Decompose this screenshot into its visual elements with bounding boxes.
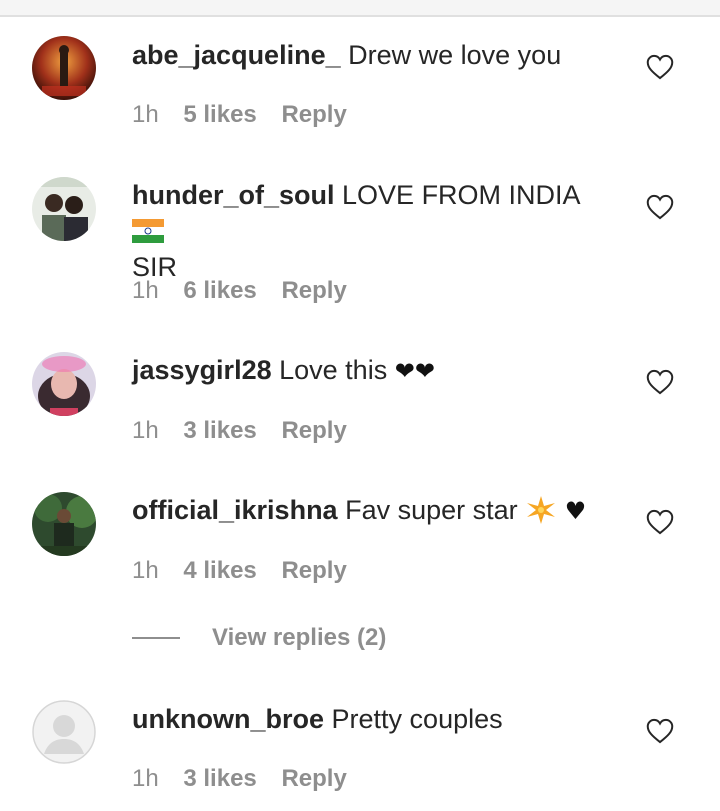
heart-outline-icon[interactable] <box>646 509 674 535</box>
comment-username[interactable]: jassygirl28 <box>132 355 272 385</box>
avatar[interactable] <box>32 36 96 100</box>
comment-likes[interactable]: 3 likes <box>183 765 256 792</box>
comment-text: abe_jacqueline_ Drew we love you <box>132 37 602 73</box>
comment-text: hunder_of_soul LOVE FROM INDIA SIR <box>132 177 602 285</box>
comment-body: LOVE FROM INDIA <box>342 180 581 210</box>
view-replies-button[interactable]: View replies (2) <box>132 622 386 654</box>
comment-meta: 1h 5 likes Reply <box>132 100 365 130</box>
comment-username[interactable]: official_ikrishna <box>132 495 338 525</box>
comment-body: Pretty couples <box>331 704 503 734</box>
comment-time: 1h <box>132 765 159 792</box>
top-bar <box>0 0 720 17</box>
comment-likes[interactable]: 4 likes <box>183 557 256 584</box>
comment-likes[interactable]: 5 likes <box>183 101 256 128</box>
comment-text: official_ikrishna Fav super star ♥ <box>132 492 602 529</box>
comment-meta: 1h 6 likes Reply <box>132 276 365 306</box>
reply-button[interactable]: Reply <box>281 277 346 304</box>
comment-body: Drew we love you <box>348 40 562 70</box>
reply-button[interactable]: Reply <box>281 417 346 444</box>
heart-outline-icon[interactable] <box>646 718 674 744</box>
comment-body: Love this <box>279 355 388 385</box>
comment-text: unknown_broe Pretty couples <box>132 701 602 737</box>
black-heart-emoji: ♥ <box>564 497 587 525</box>
india-flag-emoji <box>132 216 164 246</box>
comment-text: jassygirl28 Love this ❤❤ <box>132 352 602 389</box>
comment-body: Fav super star <box>345 495 518 525</box>
sparkle-emoji <box>525 495 557 525</box>
comment-time: 1h <box>132 417 159 444</box>
comment-time: 1h <box>132 557 159 584</box>
comment-meta: 1h 3 likes Reply <box>132 416 365 446</box>
comment-time: 1h <box>132 277 159 304</box>
avatar[interactable] <box>32 700 96 764</box>
view-replies-line <box>132 637 180 639</box>
avatar[interactable] <box>32 177 96 241</box>
reply-button[interactable]: Reply <box>281 101 346 128</box>
heart-outline-icon[interactable] <box>646 194 674 220</box>
comment-username[interactable]: unknown_broe <box>132 704 324 734</box>
avatar[interactable] <box>32 492 96 556</box>
avatar[interactable] <box>32 352 96 416</box>
comment-meta: 1h 3 likes Reply <box>132 764 365 794</box>
reply-button[interactable]: Reply <box>281 765 346 792</box>
comment-time: 1h <box>132 101 159 128</box>
comment-username[interactable]: abe_jacqueline_ <box>132 40 341 70</box>
heart-outline-icon[interactable] <box>646 369 674 395</box>
heart-outline-icon[interactable] <box>646 54 674 80</box>
view-replies-label[interactable]: View replies (2) <box>212 624 386 652</box>
black-heart-emoji: ❤❤ <box>394 357 435 385</box>
comment-likes[interactable]: 6 likes <box>183 277 256 304</box>
comment-meta: 1h 4 likes Reply <box>132 556 365 586</box>
comment-likes[interactable]: 3 likes <box>183 417 256 444</box>
comment-username[interactable]: hunder_of_soul <box>132 180 335 210</box>
reply-button[interactable]: Reply <box>281 557 346 584</box>
